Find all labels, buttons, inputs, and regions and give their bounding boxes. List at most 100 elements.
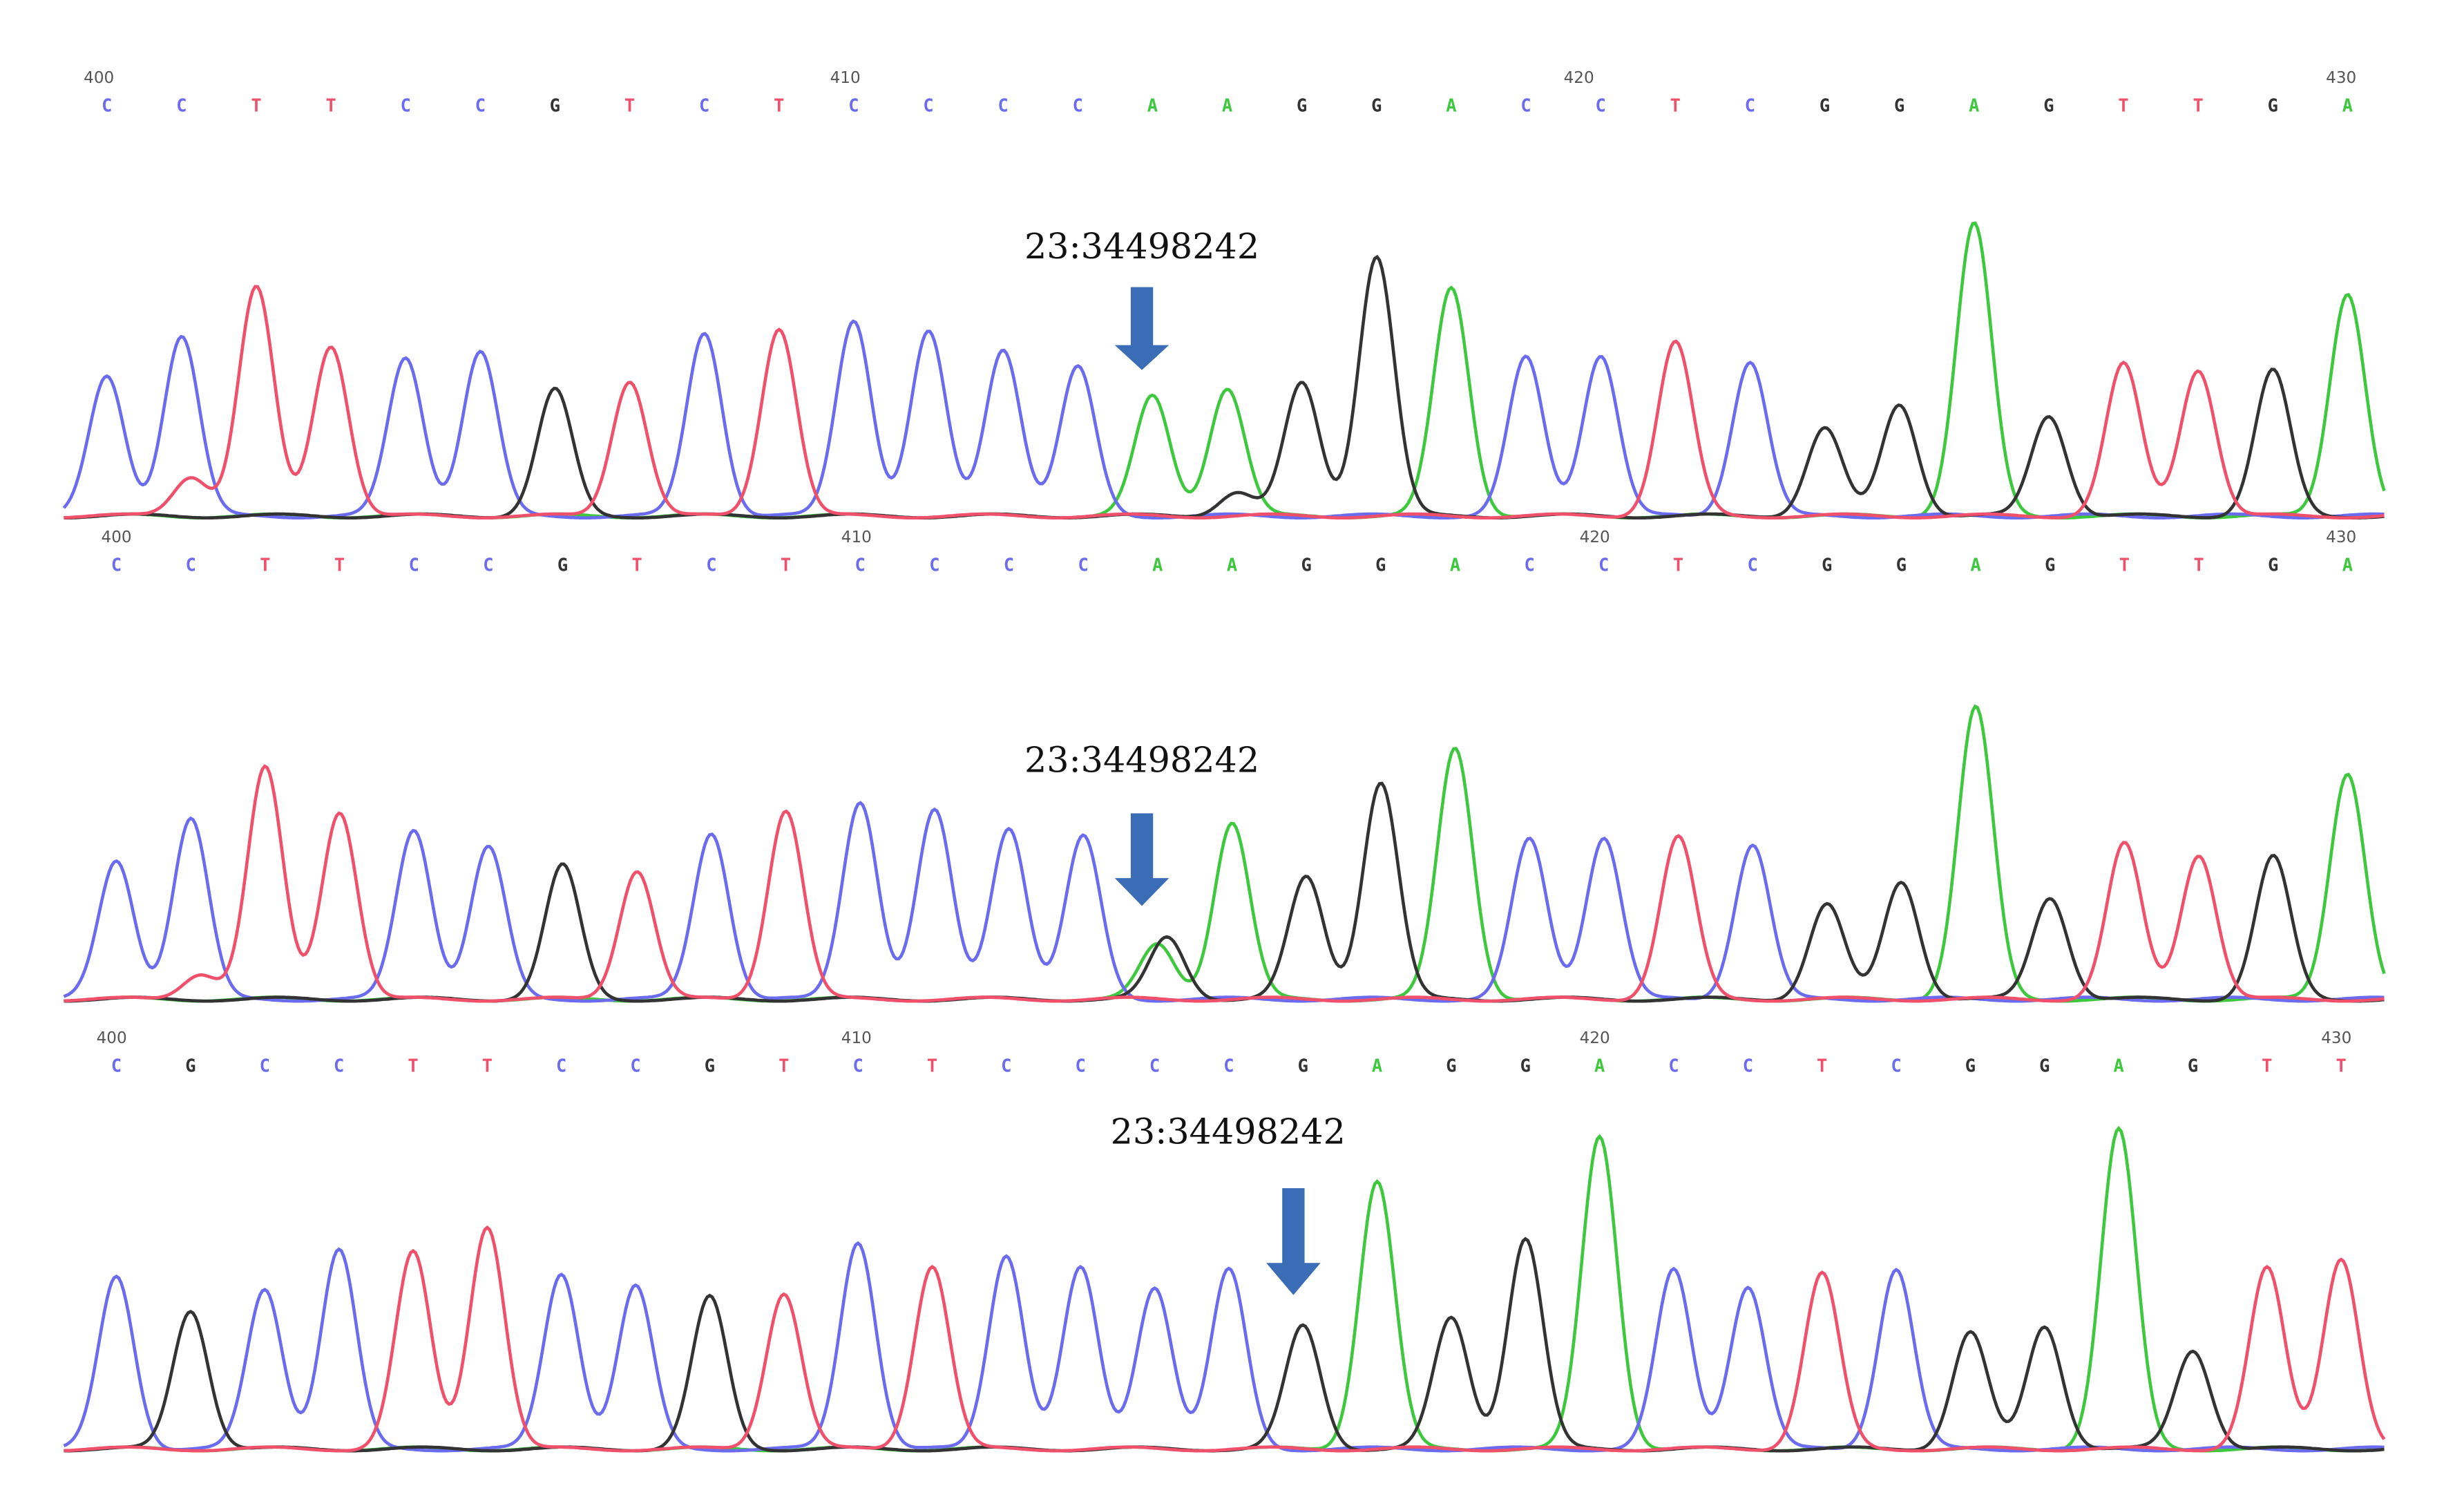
base-call-C: C bbox=[111, 555, 122, 575]
position-tick-label: 410 bbox=[841, 1029, 872, 1047]
arrow-down-icon bbox=[1266, 1188, 1320, 1295]
base-call-G: G bbox=[2039, 1055, 2050, 1076]
base-call-G: G bbox=[1298, 1055, 1308, 1076]
base-call-T: T bbox=[781, 555, 791, 575]
position-tick-label: 400 bbox=[97, 1029, 127, 1047]
base-call-A: A bbox=[1372, 1055, 1382, 1076]
base-call-T: T bbox=[408, 1055, 418, 1076]
base-call-T: T bbox=[2193, 555, 2204, 575]
base-call-C: C bbox=[1149, 1055, 1160, 1076]
base-call-C: C bbox=[1520, 95, 1531, 116]
base-call-C: C bbox=[855, 555, 866, 575]
trace-C bbox=[64, 321, 2384, 518]
base-call-A: A bbox=[1227, 555, 1237, 575]
base-call-C: C bbox=[176, 95, 187, 116]
position-tick-label: 420 bbox=[1564, 69, 1594, 87]
base-call-G: G bbox=[1896, 555, 1907, 575]
trace-C bbox=[64, 803, 2384, 1001]
position-tick-label: 420 bbox=[1580, 528, 1610, 546]
base-call-C: C bbox=[260, 1055, 270, 1076]
base-call-T: T bbox=[1673, 555, 1683, 575]
base-call-T: T bbox=[2193, 95, 2204, 116]
chromatogram-figure: 23:34498242 400 410 420 430 C C T T C C G T C T C C C C A A… bbox=[0, 0, 2464, 1488]
base-call-G: G bbox=[1894, 95, 1904, 116]
base-call-C: C bbox=[848, 95, 859, 116]
base-call-G: G bbox=[2268, 95, 2278, 116]
base-call-G: G bbox=[2043, 95, 2054, 116]
base-call-C: C bbox=[1076, 1055, 1086, 1076]
base-call-C: C bbox=[1525, 555, 1535, 575]
base-call-C: C bbox=[111, 1055, 122, 1076]
base-call-C: C bbox=[483, 555, 493, 575]
base-call-A: A bbox=[1446, 95, 1456, 116]
base-call-T: T bbox=[779, 1055, 789, 1076]
base-call-C: C bbox=[1747, 555, 1757, 575]
base-call-G: G bbox=[1520, 1055, 1531, 1076]
base-call-A: A bbox=[2342, 95, 2353, 116]
base-call-C: C bbox=[409, 555, 419, 575]
arrow-down-icon bbox=[1115, 287, 1169, 370]
base-call-A: A bbox=[2342, 555, 2353, 575]
variant-position-label: 23:34498242 bbox=[1024, 226, 1259, 267]
base-call-C: C bbox=[1073, 95, 1083, 116]
base-call-C: C bbox=[102, 95, 112, 116]
chromatogram-panel-3: 23:34498242 400410420430CGCCTTCCGTCTCCCC… bbox=[64, 1029, 2384, 1451]
position-tick-label: 430 bbox=[2326, 528, 2356, 546]
base-call-G: G bbox=[1965, 1055, 1976, 1076]
position-tick-label: 430 bbox=[2321, 1029, 2351, 1047]
base-call-T: T bbox=[334, 555, 345, 575]
base-call-C: C bbox=[1743, 1055, 1753, 1076]
base-call-A: A bbox=[1969, 95, 1979, 116]
base-call-T: T bbox=[2336, 1055, 2347, 1076]
base-call-C: C bbox=[1001, 1055, 1011, 1076]
base-call-G: G bbox=[185, 1055, 195, 1076]
base-call-C: C bbox=[1891, 1055, 1901, 1076]
base-call-C: C bbox=[929, 555, 939, 575]
base-call-A: A bbox=[1594, 1055, 1605, 1076]
position-tick-label: 400 bbox=[84, 69, 114, 87]
trace-G bbox=[64, 1239, 2384, 1451]
base-call-G: G bbox=[1301, 555, 1312, 575]
trace-T bbox=[64, 287, 2384, 518]
base-call-C: C bbox=[923, 95, 933, 116]
base-call-C: C bbox=[706, 555, 716, 575]
base-call-T: T bbox=[624, 95, 635, 116]
base-call-T: T bbox=[482, 1055, 493, 1076]
base-call-G: G bbox=[2268, 555, 2278, 575]
base-call-A: A bbox=[1147, 95, 1158, 116]
trace-A bbox=[64, 1128, 2384, 1451]
base-call-G: G bbox=[1446, 1055, 1456, 1076]
trace-C bbox=[64, 1243, 2384, 1451]
base-call-G: G bbox=[1297, 95, 1307, 116]
trace-G bbox=[64, 257, 2384, 518]
base-call-G: G bbox=[1375, 555, 1386, 575]
chromatogram-panel-1: 23:34498242 400 410 420 430 C C T T C C G T C T C C C C A A… bbox=[64, 69, 2384, 518]
base-call-T: T bbox=[2118, 95, 2128, 116]
base-call-A: A bbox=[1450, 555, 1460, 575]
base-call-A: A bbox=[1222, 95, 1232, 116]
base-call-C: C bbox=[852, 1055, 863, 1076]
base-call-A: A bbox=[1152, 555, 1163, 575]
base-call-C: C bbox=[556, 1055, 566, 1076]
base-call-G: G bbox=[1820, 95, 1830, 116]
position-tick-label: 410 bbox=[830, 69, 861, 87]
base-call-C: C bbox=[1004, 555, 1014, 575]
trace-T bbox=[64, 766, 2384, 1001]
base-call-C: C bbox=[998, 95, 1009, 116]
base-call-A: A bbox=[1970, 555, 1980, 575]
base-call-C: C bbox=[401, 95, 411, 116]
base-call-C: C bbox=[699, 95, 709, 116]
trace-G bbox=[64, 783, 2384, 1001]
base-call-T: T bbox=[325, 95, 336, 116]
position-tick-label: 420 bbox=[1580, 1029, 1610, 1047]
position-tick-label: 430 bbox=[2326, 69, 2356, 87]
position-tick-label: 400 bbox=[102, 528, 132, 546]
base-call-T: T bbox=[260, 555, 270, 575]
base-call-T: T bbox=[632, 555, 642, 575]
base-call-T: T bbox=[2262, 1055, 2272, 1076]
arrow-down-icon bbox=[1115, 813, 1169, 906]
base-call-G: G bbox=[557, 555, 568, 575]
base-call-G: G bbox=[550, 95, 560, 116]
base-call-C: C bbox=[1745, 95, 1755, 116]
base-call-G: G bbox=[2188, 1055, 2198, 1076]
